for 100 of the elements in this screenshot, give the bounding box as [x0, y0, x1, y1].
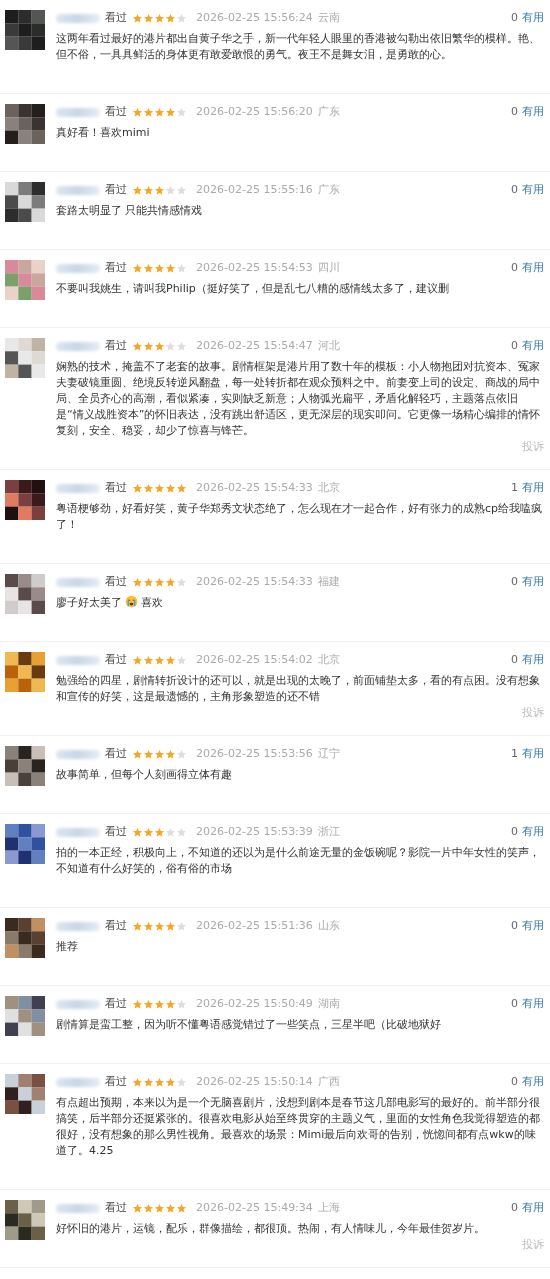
star-icon — [132, 1076, 143, 1088]
useful-link[interactable]: 有用 — [522, 10, 544, 26]
blurred-username[interactable] — [56, 999, 100, 1009]
useful-link[interactable]: 有用 — [522, 1074, 544, 1090]
star-icon — [143, 262, 154, 274]
comment-text: 套路太明显了 只能共情感情戏 — [56, 203, 204, 219]
comment-time: 2026-02-25 15:56:24 — [196, 10, 313, 26]
star-icon — [154, 826, 165, 838]
useful-link[interactable]: 有用 — [522, 996, 544, 1012]
blurred-username[interactable] — [56, 655, 100, 665]
watched-status: 看过 — [105, 652, 127, 668]
star-icon — [176, 12, 187, 24]
useful-count: 0 — [511, 338, 518, 354]
blurred-username[interactable] — [56, 1203, 100, 1213]
star-icon — [132, 920, 143, 932]
useful-link[interactable]: 有用 — [522, 652, 544, 668]
comment-text: 有点超出预期，本来以为是一个无脑喜剧片，没想到剧本是春节这几部电影写的最好的。前半部分很搞笑，后半部分还挺紧张的。很喜欢电影从始至终贯穿的主题义气，里面的女性角色我觉得塑造的都很好，没有想象的那么男性视角。最喜欢的场景：Mimi最后向欢哥的告别，恍惚间都有点wkw的味道了。4.25 — [56, 1095, 541, 1159]
star-icon — [154, 12, 165, 24]
useful-link[interactable]: 有用 — [522, 260, 544, 276]
useful-link[interactable]: 有用 — [522, 1200, 544, 1216]
star-icon — [165, 482, 176, 494]
comment-text: 好怀旧的港片，运镜，配乐，群像描绘，都很顶。热闹，有人情味儿，今年最佳贺岁片。 — [56, 1221, 486, 1237]
watched-status: 看过 — [105, 1200, 127, 1216]
comment-location: 广东 — [317, 104, 340, 120]
star-icon — [143, 826, 154, 838]
comment-text: 剧情算是蛮工整，因为听不懂粤语感觉错过了一些笑点，三星半吧（比破地狱好 — [56, 1017, 442, 1033]
watched-status: 看过 — [105, 918, 127, 934]
useful-link[interactable]: 有用 — [522, 746, 544, 762]
comment-text: 真好看！喜欢mimi — [56, 125, 151, 141]
star-icon — [132, 1202, 143, 1214]
comment-location: 广西 — [317, 1074, 340, 1090]
star-icon — [132, 654, 143, 666]
star-icon — [143, 998, 154, 1010]
useful-count: 0 — [511, 10, 518, 26]
watched-status: 看过 — [105, 10, 127, 26]
useful-link[interactable]: 有用 — [522, 104, 544, 120]
useful-count: 0 — [511, 1074, 518, 1090]
watched-status: 看过 — [105, 996, 127, 1012]
blurred-username[interactable] — [56, 749, 100, 759]
comment-time: 2026-02-25 15:55:16 — [196, 182, 313, 198]
star-icon — [154, 184, 165, 196]
comment-time: 2026-02-25 15:53:56 — [196, 746, 313, 762]
star-icon — [154, 262, 165, 274]
star-icon — [143, 654, 154, 666]
star-icon — [176, 826, 187, 838]
star-icon — [154, 1202, 165, 1214]
star-icon — [176, 576, 187, 588]
useful-link[interactable]: 有用 — [522, 574, 544, 590]
comment-location: 山东 — [317, 918, 340, 934]
comment-time: 2026-02-25 15:54:53 — [196, 260, 313, 276]
blurred-username[interactable] — [56, 107, 100, 117]
comment-time: 2026-02-25 15:54:33 — [196, 574, 313, 590]
star-icon — [132, 576, 143, 588]
blurred-username[interactable] — [56, 1077, 100, 1087]
watched-status: 看过 — [105, 480, 127, 496]
star-icon — [154, 1076, 165, 1088]
blurred-username[interactable] — [56, 827, 100, 837]
star-icon — [176, 920, 187, 932]
blurred-username[interactable] — [56, 341, 100, 351]
comment-location: 四川 — [317, 260, 340, 276]
watched-status: 看过 — [105, 260, 127, 276]
comment-location: 湖南 — [317, 996, 340, 1012]
star-icon — [165, 262, 176, 274]
useful-count: 1 — [511, 746, 518, 762]
star-icon — [176, 748, 187, 760]
useful-link[interactable]: 有用 — [522, 480, 544, 496]
star-icon — [132, 12, 143, 24]
star-icon — [154, 106, 165, 118]
star-icon — [165, 106, 176, 118]
useful-link[interactable]: 有用 — [522, 338, 544, 354]
useful-link[interactable]: 有用 — [522, 824, 544, 840]
comment-text: 推荐 — [56, 939, 79, 955]
star-icon — [132, 826, 143, 838]
useful-count: 0 — [511, 918, 518, 934]
star-icon — [143, 482, 154, 494]
star-icon — [132, 748, 143, 760]
comment-time: 2026-02-25 15:49:34 — [196, 1200, 313, 1216]
blurred-username[interactable] — [56, 483, 100, 493]
blurred-username[interactable] — [56, 577, 100, 587]
comment-location: 辽宁 — [317, 746, 340, 762]
star-icon — [165, 340, 176, 352]
blurred-username[interactable] — [56, 185, 100, 195]
star-icon — [132, 262, 143, 274]
comment-location: 福建 — [317, 574, 340, 590]
star-icon — [165, 654, 176, 666]
star-icon — [176, 1076, 187, 1088]
blurred-username[interactable] — [56, 921, 100, 931]
star-icon — [132, 184, 143, 196]
comment-time: 2026-02-25 15:50:14 — [196, 1074, 313, 1090]
star-icon — [143, 184, 154, 196]
comment-text: 故事简单，但每个人刻画得立体有趣 — [56, 767, 233, 783]
star-icon — [176, 106, 187, 118]
useful-link[interactable]: 有用 — [522, 182, 544, 198]
blurred-username[interactable] — [56, 13, 100, 23]
useful-count: 0 — [511, 824, 518, 840]
watched-status: 看过 — [105, 746, 127, 762]
comment-time: 2026-02-25 15:53:39 — [196, 824, 313, 840]
useful-link[interactable]: 有用 — [522, 918, 544, 934]
comment-text: 这两年看过最好的港片都出自黄子华之手，新一代年轻人眼里的香港被勾勒出依旧繁华的模样。艳、但不俗，一具具鲜活的身体更有敢爱敢恨的勇气。夜王不是舞女泪，是勇敢的心。 — [56, 31, 541, 63]
blurred-username[interactable] — [56, 263, 100, 273]
